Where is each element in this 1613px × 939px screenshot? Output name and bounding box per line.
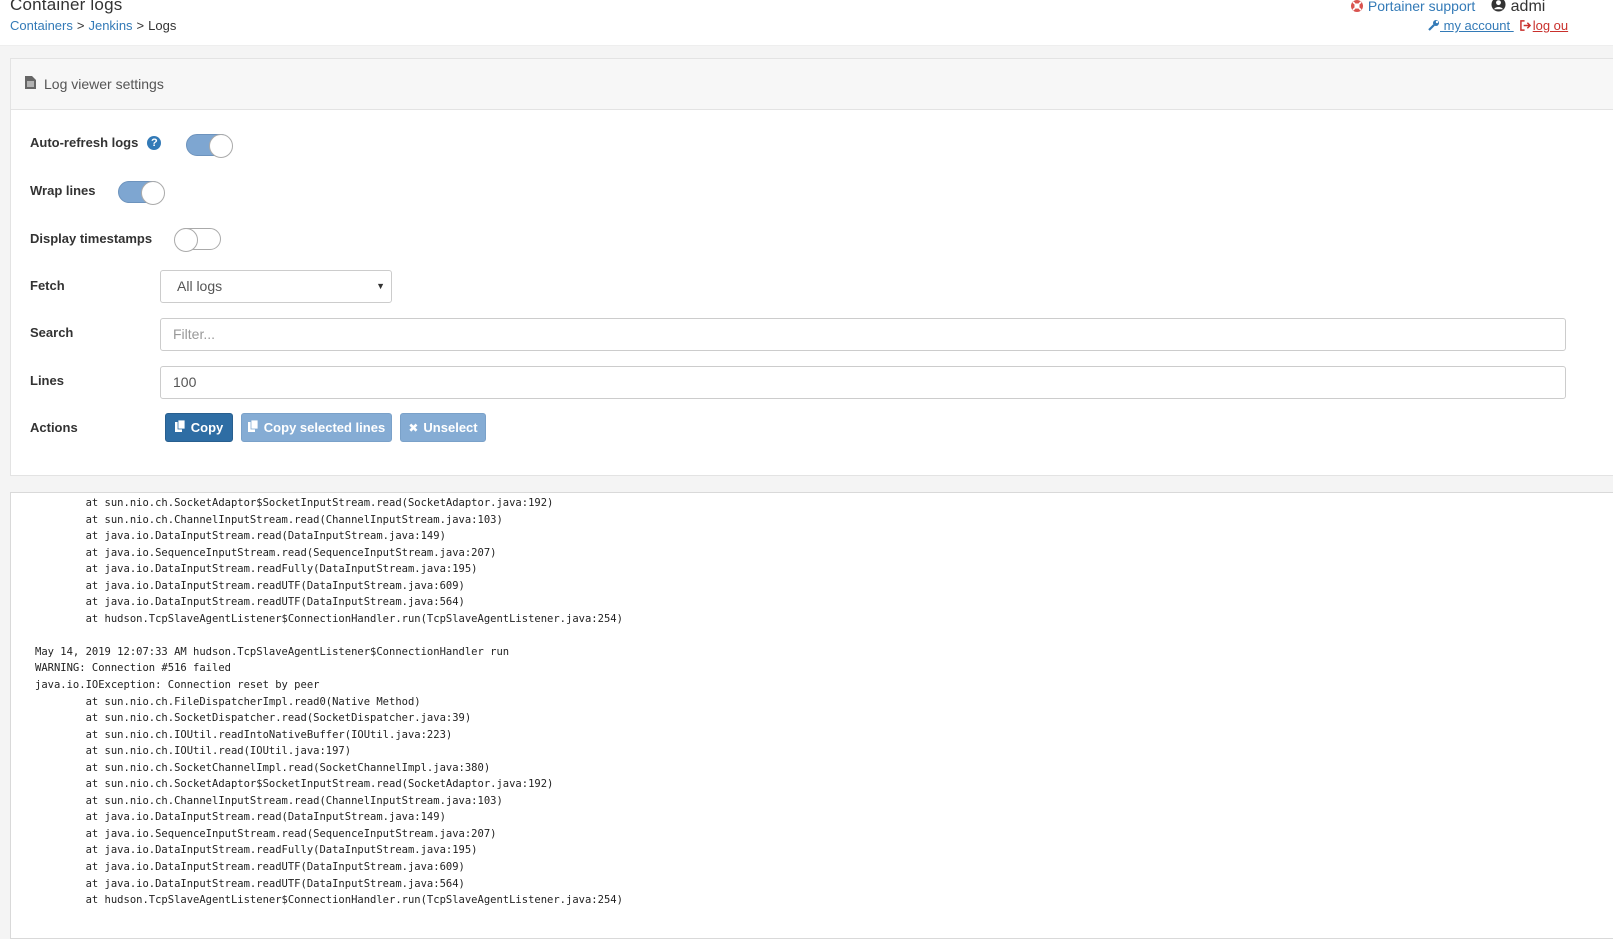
- log-line[interactable]: [35, 627, 623, 644]
- search-input[interactable]: Filter...: [160, 318, 1566, 351]
- breadcrumb-separator: >: [76, 18, 85, 33]
- sign-out-icon: [1519, 19, 1531, 34]
- logout-link[interactable]: log ou: [1519, 18, 1569, 34]
- copy-icon: [247, 419, 259, 435]
- fetch-selected-value: All logs: [177, 278, 223, 294]
- actions-label: Actions: [30, 420, 78, 435]
- breadcrumb-current: Logs: [148, 18, 177, 33]
- log-line[interactable]: at sun.nio.ch.SocketAdaptor$SocketInputS…: [35, 495, 623, 512]
- log-line[interactable]: at sun.nio.ch.IOUtil.read(IOUtil.java:19…: [35, 743, 623, 760]
- wrap-lines-toggle[interactable]: [118, 181, 165, 205]
- breadcrumb: Containers > Jenkins > Logs: [10, 18, 176, 33]
- lines-label: Lines: [30, 373, 64, 388]
- wrap-lines-row: Wrap lines: [30, 183, 96, 198]
- wrench-icon: [1428, 19, 1440, 34]
- log-line[interactable]: at hudson.TcpSlaveAgentListener$Connecti…: [35, 611, 623, 628]
- page-title: Container logs: [10, 0, 123, 14]
- question-circle-icon[interactable]: ?: [147, 135, 162, 150]
- log-line[interactable]: May 14, 2019 12:07:33 AM hudson.TcpSlave…: [35, 644, 623, 661]
- actions-row: Actions: [30, 420, 78, 435]
- display-timestamps-toggle[interactable]: [174, 228, 221, 252]
- caret-down-icon: ▼: [376, 281, 385, 291]
- lines-row: Lines: [30, 373, 64, 388]
- copy-selected-lines-button[interactable]: Copy selected lines: [241, 413, 392, 442]
- log-line[interactable]: at java.io.DataInputStream.readUTF(DataI…: [35, 876, 623, 893]
- fetch-row: Fetch: [30, 278, 65, 293]
- header-links-bottom: my account log ou: [1428, 18, 1568, 34]
- fetch-label: Fetch: [30, 278, 65, 293]
- log-line[interactable]: at java.io.DataInputStream.readUTF(DataI…: [35, 859, 623, 876]
- times-icon: ✖: [408, 420, 419, 435]
- log-line[interactable]: at java.io.DataInputStream.read(DataInpu…: [35, 809, 623, 826]
- log-line[interactable]: at sun.nio.ch.FileDispatcherImpl.read0(N…: [35, 694, 623, 711]
- auto-refresh-toggle[interactable]: [186, 134, 233, 158]
- log-line[interactable]: at java.io.DataInputStream.read(DataInpu…: [35, 528, 623, 545]
- breadcrumb-separator: >: [136, 18, 145, 33]
- wrap-lines-label: Wrap lines: [30, 183, 96, 198]
- username: admi: [1510, 0, 1546, 16]
- log-lines: at sun.nio.ch.SocketAdaptor$SocketInputS…: [35, 495, 623, 909]
- log-line[interactable]: at hudson.TcpSlaveAgentListener$Connecti…: [35, 892, 623, 909]
- copy-button-label: Copy: [190, 420, 224, 435]
- log-line[interactable]: at java.io.DataInputStream.readFully(Dat…: [35, 561, 623, 578]
- unselect-button[interactable]: ✖ Unselect: [400, 413, 486, 442]
- life-ring-icon: [1350, 0, 1364, 16]
- log-line[interactable]: at java.io.DataInputStream.readUTF(DataI…: [35, 578, 623, 595]
- header-links-top: Portainer support admi: [1350, 0, 1545, 17]
- unselect-button-label: Unselect: [423, 420, 478, 435]
- breadcrumb-containers-link[interactable]: Containers: [10, 18, 73, 33]
- log-line[interactable]: at sun.nio.ch.ChannelInputStream.read(Ch…: [35, 512, 623, 529]
- timestamps-row: Display timestamps: [30, 231, 152, 246]
- log-line[interactable]: at sun.nio.ch.SocketAdaptor$SocketInputS…: [35, 776, 623, 793]
- log-line[interactable]: at sun.nio.ch.SocketChannelImpl.read(Soc…: [35, 760, 623, 777]
- log-output[interactable]: at sun.nio.ch.SocketAdaptor$SocketInputS…: [10, 492, 1613, 939]
- panel-title: Log viewer settings: [44, 76, 164, 92]
- log-line[interactable]: java.io.IOException: Connection reset by…: [35, 677, 623, 694]
- breadcrumb-jenkins-link[interactable]: Jenkins: [88, 18, 132, 33]
- log-line[interactable]: at sun.nio.ch.SocketDispatcher.read(Sock…: [35, 710, 623, 727]
- log-line[interactable]: at java.io.SequenceInputStream.read(Sequ…: [35, 826, 623, 843]
- portainer-support-link[interactable]: Portainer support: [1368, 0, 1475, 14]
- copy-selected-lines-label: Copy selected lines: [263, 420, 386, 435]
- auto-refresh-label: Auto-refresh logs: [30, 135, 139, 150]
- logout-label: log ou: [1532, 18, 1569, 33]
- log-line[interactable]: WARNING: Connection #516 failed: [35, 660, 623, 677]
- log-line[interactable]: at sun.nio.ch.ChannelInputStream.read(Ch…: [35, 793, 623, 810]
- log-line[interactable]: at java.io.DataInputStream.readUTF(DataI…: [35, 594, 623, 611]
- log-line[interactable]: at sun.nio.ch.IOUtil.readIntoNativeBuffe…: [35, 727, 623, 744]
- search-row: Search: [30, 325, 73, 340]
- panel-heading: Log viewer settings: [11, 59, 1613, 110]
- file-text-icon: [25, 76, 36, 92]
- display-timestamps-label: Display timestamps: [30, 231, 153, 246]
- search-label: Search: [30, 325, 74, 340]
- log-line[interactable]: at java.io.DataInputStream.readFully(Dat…: [35, 842, 623, 859]
- copy-button[interactable]: Copy: [165, 413, 233, 442]
- auto-refresh-row: Auto-refresh logs ?: [30, 135, 162, 150]
- copy-icon: [174, 419, 186, 435]
- user-menu[interactable]: admi: [1491, 0, 1545, 15]
- lines-input[interactable]: 100: [160, 366, 1566, 399]
- page-header: Container logs Containers > Jenkins > Logs P…: [0, 0, 1613, 46]
- log-line[interactable]: at java.io.SequenceInputStream.read(Sequ…: [35, 545, 623, 562]
- fetch-select[interactable]: All logs ▼: [160, 270, 392, 303]
- user-circle-icon: [1491, 0, 1506, 17]
- my-account-link[interactable]: my account: [1440, 18, 1514, 33]
